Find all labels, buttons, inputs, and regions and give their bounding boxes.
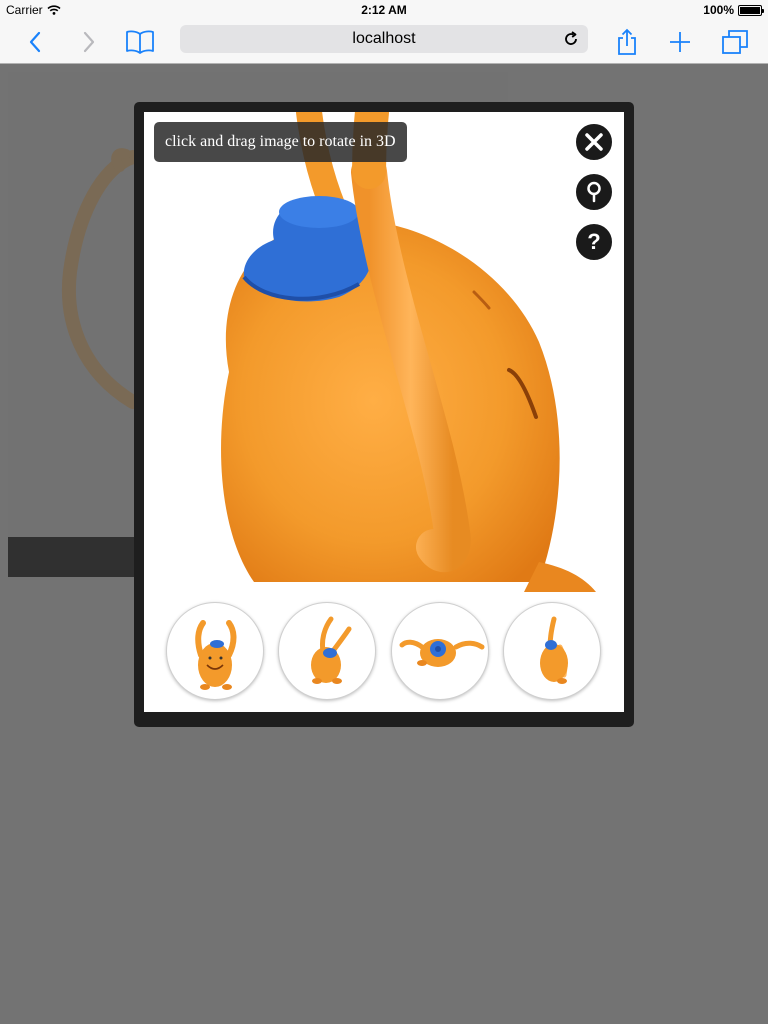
add-icon [670, 32, 690, 52]
battery-icon [738, 4, 764, 16]
viewer-modal: click and drag image to rotate in 3D ? [134, 102, 634, 727]
clock: 2:12 AM [361, 3, 407, 17]
browser-toolbar: localhost [0, 20, 768, 64]
address-bar[interactable]: localhost [180, 25, 588, 53]
close-button[interactable] [574, 122, 614, 162]
zoom-icon [587, 181, 601, 203]
rotate-hint-tooltip: click and drag image to rotate in 3D [154, 122, 407, 162]
status-bar: Carrier 2:12 AM 100% [0, 0, 768, 20]
share-icon [618, 28, 636, 55]
tabs-icon [722, 30, 748, 54]
new-tab-button[interactable] [665, 20, 695, 64]
share-button[interactable] [612, 20, 642, 64]
thumbnail-top-view[interactable] [391, 602, 489, 700]
forward-button[interactable] [74, 20, 104, 64]
back-button[interactable] [20, 20, 50, 64]
battery-percent: 100% [703, 3, 734, 17]
thumbnail-back-view[interactable] [278, 602, 376, 700]
bookmarks-button[interactable] [122, 20, 158, 64]
thumbnail-strip [144, 592, 624, 712]
thumbnail-front-view[interactable] [166, 602, 264, 700]
tabs-button[interactable] [718, 20, 752, 64]
bookmarks-icon [126, 30, 154, 54]
reload-icon [565, 31, 577, 45]
help-icon: ? [587, 229, 601, 254]
reload-button[interactable] [560, 28, 582, 50]
battery-group: 100% [703, 3, 764, 17]
close-icon [585, 133, 603, 151]
rotatable-3d-image[interactable]: click and drag image to rotate in 3D [144, 112, 624, 592]
help-button[interactable]: ? [574, 222, 614, 262]
zoom-button[interactable] [574, 172, 614, 212]
viewer-panel: click and drag image to rotate in 3D ? [144, 112, 624, 712]
forward-icon [83, 31, 95, 53]
thumbnail-side-view[interactable] [503, 602, 601, 700]
back-icon [29, 31, 41, 53]
url-text: localhost [352, 30, 416, 47]
